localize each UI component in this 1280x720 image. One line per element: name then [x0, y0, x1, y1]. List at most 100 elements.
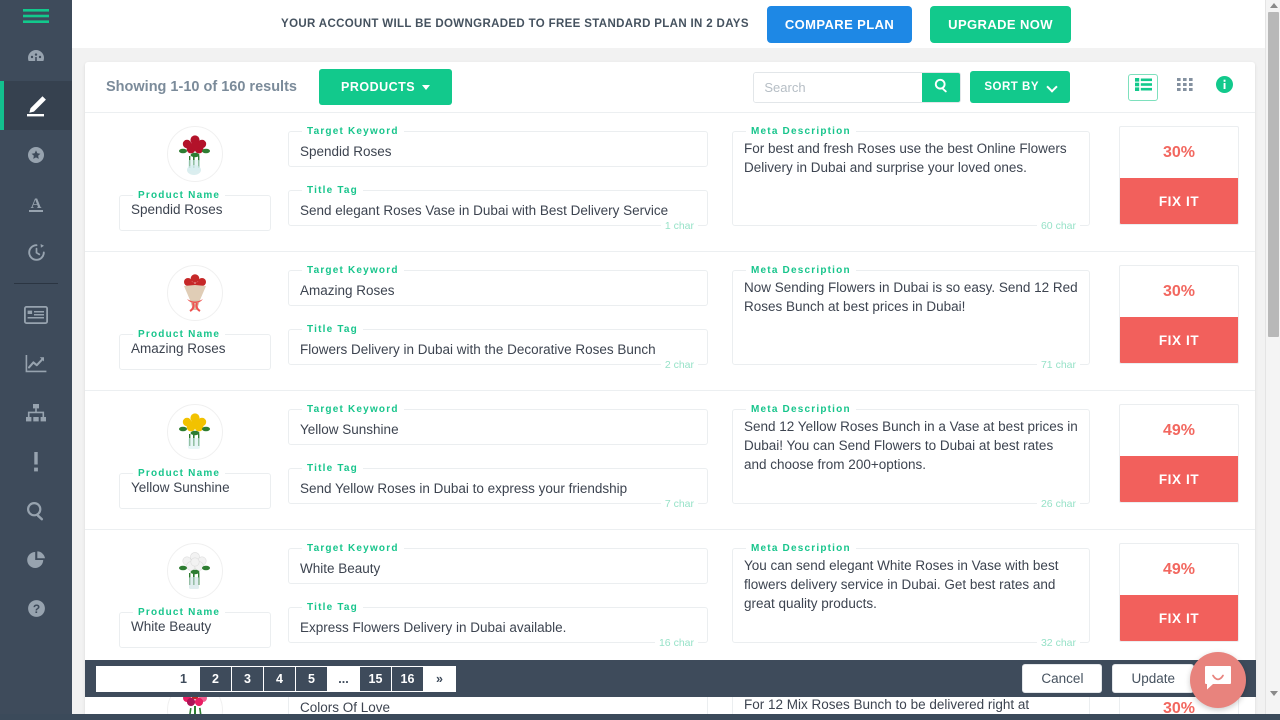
scroll-down-arrow-icon[interactable] [1270, 691, 1278, 696]
fix-it-button[interactable]: FIX IT [1120, 456, 1238, 502]
meta-description-charcount: 71 char [1037, 359, 1080, 371]
title-tag-label: Title Tag [302, 185, 363, 196]
products-dropdown-button[interactable]: PRODUCTS [319, 69, 452, 105]
pencil-icon [23, 94, 49, 118]
vertical-scrollbar[interactable] [1265, 0, 1280, 720]
sidebar-item-statistics[interactable] [0, 535, 72, 584]
line-chart-icon [25, 354, 48, 374]
pagination-spacer [96, 666, 168, 692]
sort-by-button[interactable]: SORT BY [970, 71, 1070, 103]
fix-it-button[interactable]: FIX IT [1120, 595, 1238, 641]
product-name-label: Product Name [133, 329, 225, 340]
meta-description-field[interactable]: Meta Description You can send elegant Wh… [732, 543, 1090, 643]
pagination-page[interactable]: 2 [199, 666, 232, 692]
hamburger-icon [23, 8, 49, 24]
grid-view-button[interactable] [1170, 74, 1200, 101]
card-toolbar: Showing 1-10 of 160 results PRODUCTS [85, 62, 1255, 113]
meta-cell: Meta Description For best and fresh Rose… [732, 126, 1090, 239]
product-thumbnail [167, 265, 223, 321]
pagination-page[interactable]: 16 [391, 666, 424, 692]
title-tag-charcount: 2 char [661, 359, 698, 371]
info-button[interactable] [1216, 76, 1233, 98]
sidebar-item-content-editor[interactable] [0, 81, 72, 130]
product-thumbnail [167, 543, 223, 599]
target-keyword-field[interactable]: Target Keyword Yellow Sunshine [288, 404, 708, 445]
meta-description-charcount: 26 char [1037, 498, 1080, 510]
fix-it-button[interactable]: FIX IT [1120, 178, 1238, 224]
product-row: Product Name White Beauty Target Keyword… [85, 530, 1255, 669]
search-box [753, 72, 961, 103]
product-name-field[interactable]: Product Name White Beauty [119, 607, 271, 648]
target-keyword-label: Target Keyword [302, 265, 404, 276]
product-name-field[interactable]: Product Name Amazing Roses [119, 329, 271, 370]
bottom-status-bar [0, 714, 1280, 720]
search-icon [934, 78, 949, 96]
product-name-label: Product Name [133, 190, 225, 201]
sidebar-item-issues[interactable] [0, 437, 72, 486]
sidebar-item-help[interactable]: ? [0, 584, 72, 633]
pagination: 12345...1516» [96, 666, 455, 692]
pagination-page[interactable]: 5 [295, 666, 328, 692]
meta-cell: Meta Description You can send elegant Wh… [732, 543, 1090, 656]
sidebar-item-site-structure[interactable] [0, 388, 72, 437]
target-keyword-field[interactable]: Target Keyword White Beauty [288, 543, 708, 584]
product-thumb-cell: Product Name Amazing Roses [106, 265, 284, 378]
view-toggle-group [1128, 74, 1233, 101]
product-text-cell: Target Keyword White Beauty Title Tag Ex… [288, 543, 708, 656]
question-circle-icon: ? [26, 598, 47, 619]
sidebar-item-reports[interactable] [0, 290, 72, 339]
meta-description-charcount: 32 char [1037, 637, 1080, 649]
cancel-button[interactable]: Cancel [1022, 664, 1102, 693]
title-tag-field[interactable]: Title Tag Send Yellow Roses in Dubai to … [288, 463, 708, 504]
meta-description-field[interactable]: Meta Description For best and fresh Rose… [732, 126, 1090, 226]
sidebar-item-menu-toggle[interactable] [0, 0, 72, 32]
sidebar: A [0, 0, 72, 720]
product-name-field[interactable]: Product Name Yellow Sunshine [119, 468, 271, 509]
list-card-icon [24, 306, 48, 324]
exclamation-icon [31, 451, 41, 473]
product-name-label: Product Name [133, 468, 225, 479]
title-tag-field[interactable]: Title Tag Express Flowers Delivery in Du… [288, 602, 708, 643]
sidebar-item-dashboard[interactable] [0, 32, 72, 81]
product-text-cell: Target Keyword Yellow Sunshine Title Tag… [288, 404, 708, 517]
target-keyword-label: Target Keyword [302, 543, 404, 554]
product-thumb-cell: Product Name Yellow Sunshine [106, 404, 284, 517]
products-card: Showing 1-10 of 160 results PRODUCTS [85, 62, 1255, 720]
upgrade-now-button[interactable]: UPGRADE NOW [930, 6, 1071, 43]
pagination-page[interactable]: 4 [263, 666, 296, 692]
meta-description-field[interactable]: Meta Description Send 12 Yellow Roses Bu… [732, 404, 1090, 504]
title-tag-field[interactable]: Title Tag Flowers Delivery in Dubai with… [288, 324, 708, 365]
score-cell: 30% FIX IT [1119, 265, 1239, 364]
product-thumbnail [167, 126, 223, 182]
target-keyword-field[interactable]: Target Keyword Spendid Roses [288, 126, 708, 167]
pagination-page[interactable]: ... [327, 666, 360, 692]
list-view-button[interactable] [1128, 74, 1158, 101]
title-tag-field[interactable]: Title Tag Send elegant Roses Vase in Dub… [288, 185, 708, 226]
title-tag-label: Title Tag [302, 463, 363, 474]
chat-widget-button[interactable] [1190, 652, 1246, 708]
sidebar-item-analytics[interactable] [0, 339, 72, 388]
scroll-up-arrow-icon[interactable] [1270, 3, 1278, 8]
pagination-page[interactable]: » [423, 666, 456, 692]
pagination-page[interactable]: 3 [231, 666, 264, 692]
scrollbar-thumb[interactable] [1268, 12, 1279, 337]
sidebar-item-history[interactable] [0, 228, 72, 277]
sidebar-item-typography[interactable]: A [0, 179, 72, 228]
product-thumbnail [167, 404, 223, 460]
pagination-page[interactable]: 1 [167, 666, 200, 692]
update-button[interactable]: Update [1112, 664, 1194, 693]
search-button[interactable] [922, 72, 960, 103]
pagination-page[interactable]: 15 [359, 666, 392, 692]
page-body: Showing 1-10 of 160 results PRODUCTS [72, 48, 1280, 720]
product-name-value: Amazing Roses [131, 340, 259, 358]
sidebar-item-favorites[interactable] [0, 130, 72, 179]
sidebar-item-search[interactable] [0, 486, 72, 535]
product-name-field[interactable]: Product Name Spendid Roses [119, 190, 271, 231]
target-keyword-field[interactable]: Target Keyword Amazing Roses [288, 265, 708, 306]
compare-plan-button[interactable]: COMPARE PLAN [767, 6, 912, 43]
search-input[interactable] [754, 73, 922, 102]
meta-description-value: Send 12 Yellow Roses Bunch in a Vase at … [744, 415, 1078, 478]
fix-it-button[interactable]: FIX IT [1120, 317, 1238, 363]
meta-description-field[interactable]: Meta Description Now Sending Flowers in … [732, 265, 1090, 365]
top-notification-bar: YOUR ACCOUNT WILL BE DOWNGRADED TO FREE … [72, 0, 1280, 48]
